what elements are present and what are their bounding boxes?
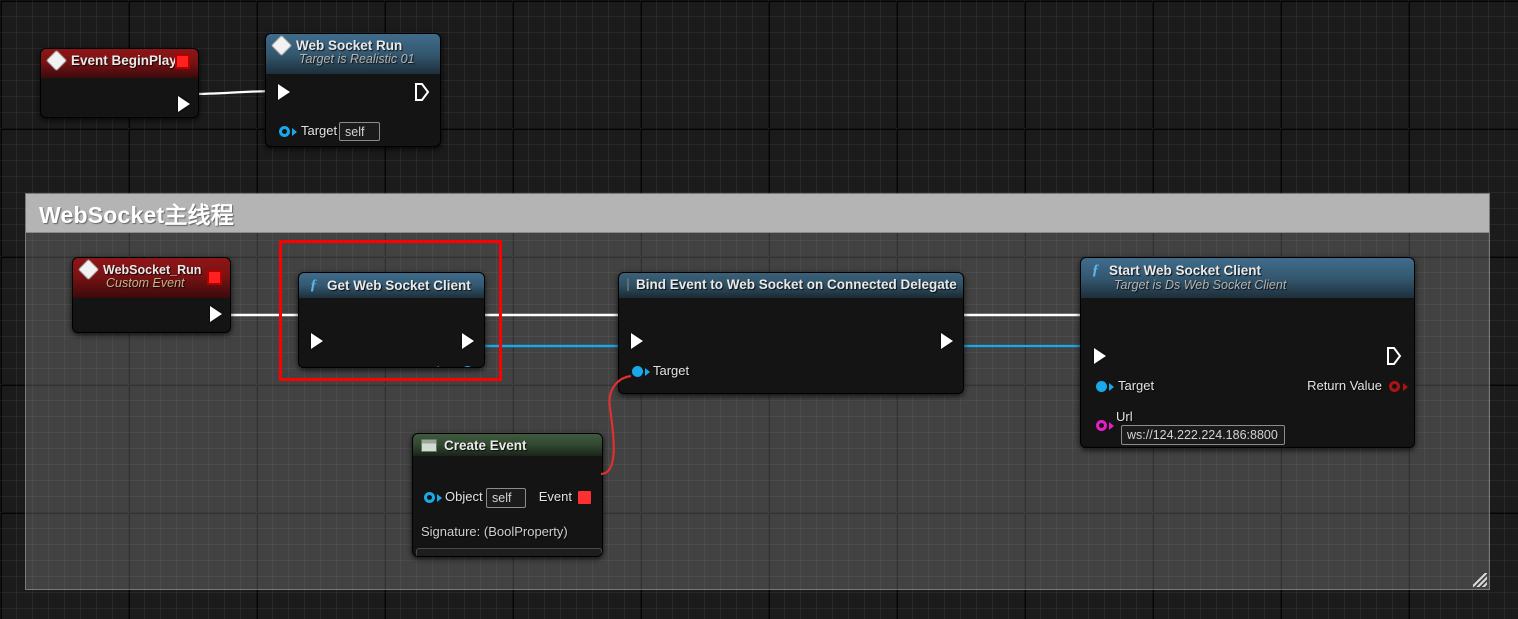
node-header: Create Event	[413, 434, 602, 456]
comment-title: WebSocket主线程	[39, 202, 234, 228]
node-start-web-socket-client[interactable]: ƒ Start Web Socket Client Target is Ds W…	[1080, 257, 1415, 448]
node-websocket-run-custom-event[interactable]: WebSocket_Run Custom Event	[72, 257, 231, 333]
return-value-pin[interactable]	[1389, 381, 1400, 392]
delegate-output-pin[interactable]	[207, 270, 222, 285]
target-pin[interactable]	[632, 366, 643, 377]
node-body	[73, 298, 230, 332]
exec-output-pin[interactable]	[941, 333, 953, 349]
object-pin-arrow	[437, 494, 442, 502]
node-header: WebSocket_Run Custom Event	[73, 258, 230, 298]
event-diamond-icon	[45, 49, 68, 72]
event-diamond-icon	[270, 34, 293, 57]
node-header: Event BeginPlay	[41, 49, 198, 78]
pin-label-target: Target	[653, 363, 690, 378]
target-value-field[interactable]: self	[339, 122, 380, 141]
object-pin[interactable]	[424, 492, 435, 503]
return-value-pin-arrow	[1403, 383, 1408, 391]
target-pin[interactable]	[279, 126, 290, 137]
node-title: Start Web Socket Client	[1109, 263, 1262, 278]
blueprint-graph-canvas[interactable]: WebSocket主线程 Event BeginPlay Web Socket …	[0, 0, 1518, 619]
node-header: ƒ Start Web Socket Client Target is Ds W…	[1081, 258, 1414, 298]
node-title: Event BeginPlay	[71, 53, 177, 68]
node-header: Bind Event to Web Socket on Connected De…	[619, 273, 963, 298]
exec-output-pin[interactable]	[414, 82, 430, 102]
url-value-field[interactable]: ws://124.222.224.186:8800	[1121, 425, 1285, 445]
exec-input-pin[interactable]	[631, 333, 643, 349]
function-f-icon: ƒ	[1091, 262, 1100, 278]
pin-label-target: Target	[301, 123, 338, 138]
delegate-output-pin[interactable]	[175, 54, 190, 69]
signature-label: Signature: (BoolProperty)	[421, 524, 568, 539]
event-delegate-pin[interactable]	[578, 491, 591, 504]
node-subtitle: Custom Event	[106, 276, 185, 290]
node-body: Target Return Value Url ws://124.222.224…	[1081, 298, 1414, 447]
exec-input-pin[interactable]	[278, 84, 290, 100]
node-title: Bind Event to Web Socket on Connected De…	[636, 277, 957, 292]
pin-label-target: Target	[1118, 378, 1155, 393]
url-pin-arrow	[1109, 422, 1114, 430]
node-subtitle: Target is Ds Web Socket Client	[1114, 278, 1287, 292]
node-bind-event-to-web-socket-on-connected-delegate[interactable]: Bind Event to Web Socket on Connected De…	[618, 272, 964, 394]
comment-header-bar[interactable]: WebSocket主线程	[26, 194, 1489, 233]
comment-resize-grip[interactable]	[1473, 573, 1487, 587]
node-title: Web Socket Run	[296, 38, 403, 53]
event-diamond-icon	[77, 258, 100, 281]
target-pin[interactable]	[1096, 381, 1107, 392]
selection-highlight-rectangle	[279, 240, 502, 381]
exec-input-pin[interactable]	[1094, 348, 1106, 364]
node-title: Create Event	[444, 438, 527, 453]
pin-label-url: Url	[1116, 409, 1133, 424]
node-body: Object self Event Signature: (BoolProper…	[413, 456, 602, 557]
exec-output-pin[interactable]	[178, 96, 190, 112]
object-value-field[interactable]: self	[486, 488, 526, 508]
exec-output-pin[interactable]	[1386, 346, 1402, 366]
node-body: Target self	[266, 74, 440, 146]
target-pin-arrow	[1109, 383, 1114, 391]
pin-label-event: Event	[538, 489, 572, 504]
pin-label-object: Object	[445, 489, 483, 504]
exec-output-pin[interactable]	[210, 306, 222, 322]
node-body	[41, 78, 198, 117]
delegate-icon	[421, 439, 437, 452]
pin-label-event: Event	[653, 393, 686, 394]
node-body: Target Event	[619, 298, 963, 394]
node-create-event[interactable]: Create Event Object self Event Signature…	[412, 433, 603, 557]
function-select-dropdown[interactable]: WSConnected(b)	[416, 548, 602, 557]
pin-label-return-value: Return Value	[1307, 378, 1382, 393]
target-pin-arrow	[645, 368, 650, 376]
node-header: Web Socket Run Target is Realistic 01	[266, 34, 440, 74]
delegate-icon	[627, 278, 629, 291]
function-select-value: WSConnected(b)	[426, 554, 526, 557]
node-web-socket-run[interactable]: Web Socket Run Target is Realistic 01 Ta…	[265, 33, 441, 147]
node-subtitle: Target is Realistic 01	[299, 52, 415, 66]
url-pin[interactable]	[1096, 420, 1107, 431]
node-event-begin-play[interactable]: Event BeginPlay	[40, 48, 199, 118]
node-title: WebSocket_Run	[103, 262, 202, 277]
target-pin-arrow	[292, 128, 297, 136]
